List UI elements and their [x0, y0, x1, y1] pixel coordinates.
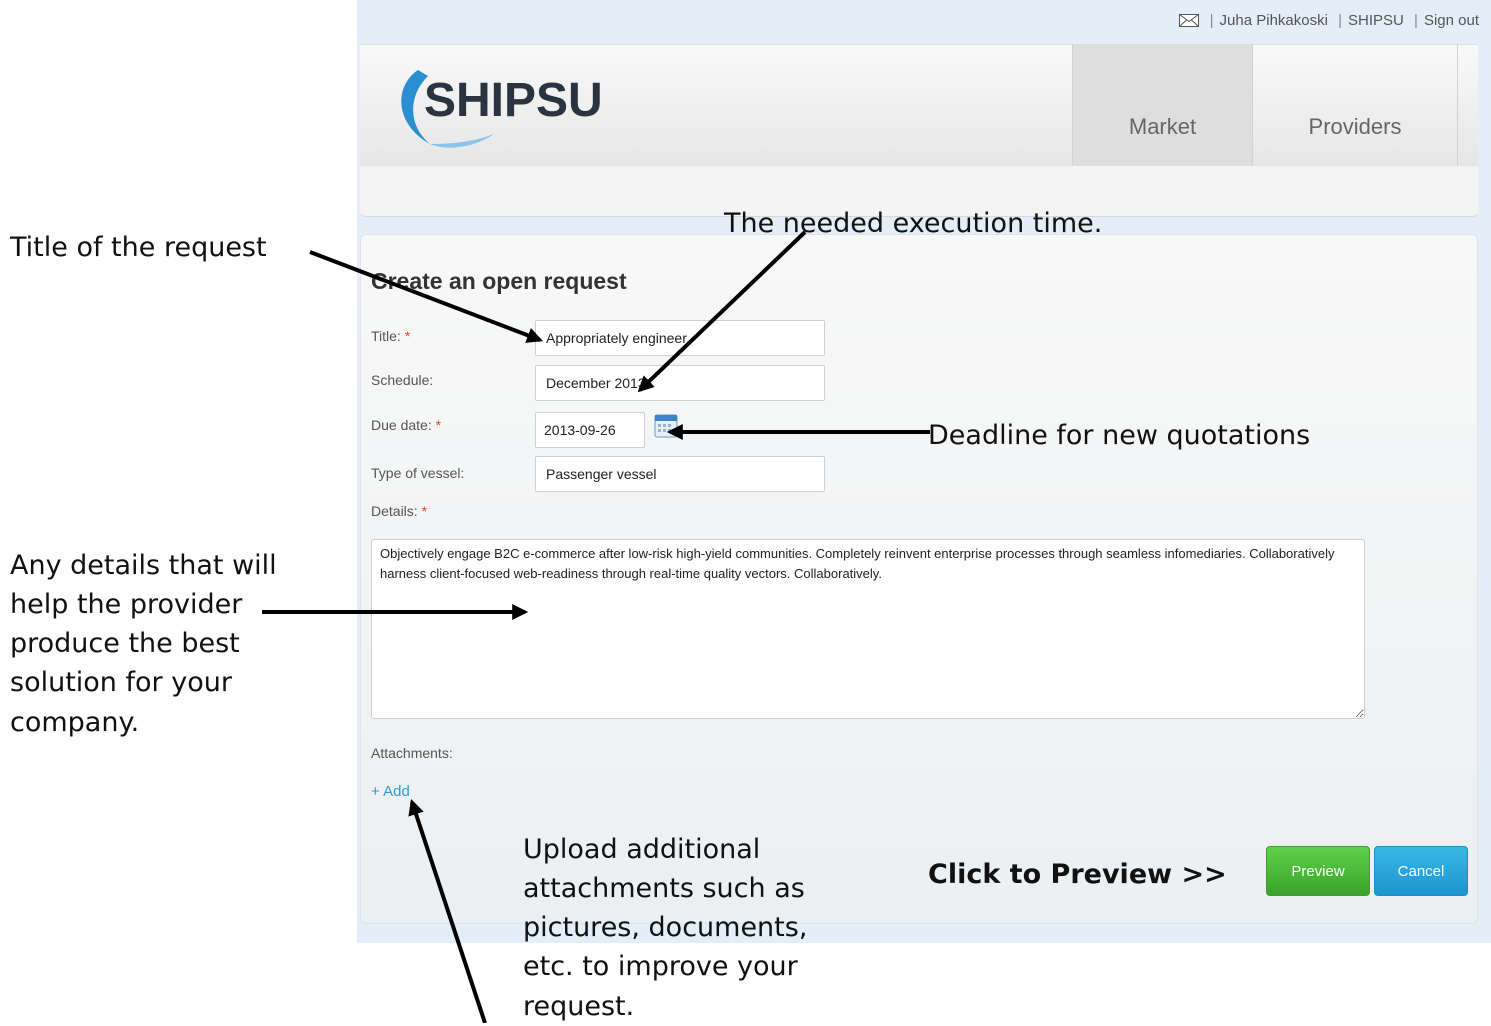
schedule-arrow — [637, 230, 807, 393]
title-arrow — [309, 250, 543, 343]
attachments-arrow — [408, 798, 487, 1023]
annotation-arrows — [262, 230, 930, 1023]
